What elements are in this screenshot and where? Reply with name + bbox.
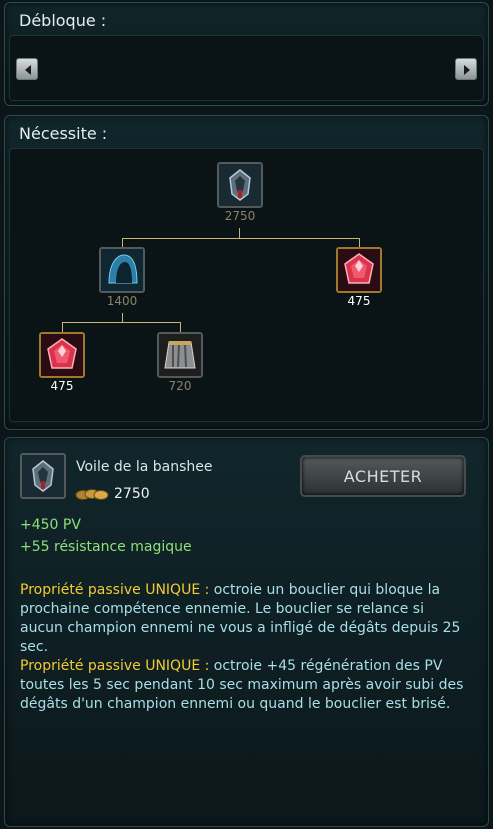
arrow-right-icon <box>464 65 470 75</box>
tree-connector <box>122 238 123 247</box>
stat-magic-resist: +55 résistance magique <box>20 539 192 555</box>
unlocks-title: Débloque : <box>19 11 107 30</box>
item-slot <box>99 247 145 293</box>
passive-text: octroie un bouclier qui bloque la <box>213 582 441 598</box>
passive-label: Propriété passive UNIQUE : <box>20 658 210 674</box>
passive-text: prochaine compétence ennemie. Le bouclie… <box>20 601 424 617</box>
item-slot <box>157 332 203 378</box>
item-cost: 475 <box>50 379 74 393</box>
banshee-veil-icon <box>22 455 64 497</box>
item-slot <box>39 332 85 378</box>
tree-connector <box>62 322 63 332</box>
recipe-item-spectre-cowl[interactable]: 1400 <box>98 247 146 308</box>
buy-button[interactable]: ACHETER <box>300 455 466 497</box>
recipe-root-item[interactable]: 2750 <box>216 162 264 223</box>
tree-connector <box>180 322 181 332</box>
item-cost: 1400 <box>106 294 138 308</box>
item-name: Voile de la banshee <box>76 459 213 475</box>
passive-text: octroie +45 régénération des PV <box>213 658 443 674</box>
selected-item-icon-frame <box>20 453 66 499</box>
stat-health: +450 PV <box>20 517 81 533</box>
passive-line: Propriété passive UNIQUE : octroie +45 r… <box>20 657 470 676</box>
ruby-crystal-icon <box>41 334 83 376</box>
passive-label: Propriété passive UNIQUE : <box>20 582 210 598</box>
arrow-left-icon <box>25 65 31 75</box>
ruby-crystal-icon <box>338 249 380 291</box>
gold-coins-icon <box>75 489 109 500</box>
recipe-item-ruby-crystal[interactable]: 475 <box>335 247 383 308</box>
passive-description-1: Propriété passive UNIQUE : octroie un bo… <box>20 581 470 657</box>
item-slot <box>217 162 263 208</box>
recipe-item-ruby-crystal[interactable]: 475 <box>38 332 86 393</box>
tree-connector <box>359 238 360 247</box>
unlocks-panel: Débloque : <box>4 2 489 106</box>
passive-line: Propriété passive UNIQUE : octroie un bo… <box>20 581 470 600</box>
tree-connector <box>122 238 360 239</box>
passive-text: toutes les 5 sec pendant 10 sec maximum … <box>20 677 464 693</box>
item-slot <box>336 247 382 293</box>
item-cost: 2750 <box>224 209 256 223</box>
passive-text: dégâts d'un champion ennemi ou quand le … <box>20 696 451 712</box>
null-magic-mantle-icon <box>159 334 201 376</box>
unlocks-strip <box>9 35 484 101</box>
item-cost: 720 <box>168 379 192 393</box>
item-cost: 475 <box>347 294 371 308</box>
recipe-item-null-magic-mantle[interactable]: 720 <box>156 332 204 393</box>
tree-connector <box>62 322 181 323</box>
scroll-left-button[interactable] <box>16 58 38 80</box>
passive-text: aucun champion ennemi ne vous a infligé … <box>20 620 461 636</box>
requires-title: Nécessite : <box>19 124 108 143</box>
banshee-veil-icon <box>219 164 261 206</box>
tree-connector <box>122 313 123 322</box>
tree-connector <box>239 228 240 238</box>
passive-description-2: Propriété passive UNIQUE : octroie +45 r… <box>20 657 470 714</box>
spectre-cowl-icon <box>101 249 143 291</box>
passive-text: sec. <box>20 639 49 655</box>
item-total-cost: 2750 <box>114 486 150 502</box>
scroll-right-button[interactable] <box>455 58 477 80</box>
